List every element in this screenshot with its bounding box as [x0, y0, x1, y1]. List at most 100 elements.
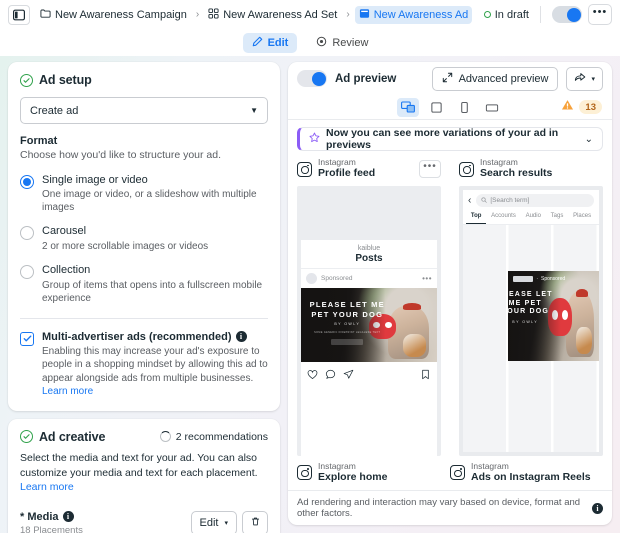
- search-tab-top[interactable]: Top: [466, 210, 486, 224]
- share-icon: [574, 71, 586, 86]
- recommendations-chip[interactable]: 2 recommendations: [160, 431, 268, 443]
- radio-single-image-or-video[interactable]: [20, 175, 34, 189]
- tab-review[interactable]: Review: [307, 33, 377, 53]
- chevron-down-icon-banner[interactable]: ⌄: [585, 134, 593, 145]
- breadcrumb-item-ad[interactable]: New Awareness Ad: [355, 6, 473, 24]
- preview-column-search-results: Instagram Search results ‹: [450, 155, 612, 456]
- breadcrumb: New Awareness Campaign › New Awareness A…: [36, 6, 478, 24]
- panel-toggle-icon[interactable]: [8, 5, 30, 25]
- ad-enable-toggle[interactable]: [552, 6, 582, 23]
- device-square-icon[interactable]: [425, 98, 447, 117]
- check-circle-icon: [20, 74, 33, 87]
- heart-icon[interactable]: [307, 367, 318, 385]
- edit-media-button[interactable]: Edit ▾: [191, 511, 237, 533]
- breadcrumb-item-campaign[interactable]: New Awareness Campaign: [36, 6, 191, 24]
- search-ad-sponsored-row: · Sponsored: [513, 276, 565, 282]
- ad-preview-header: Ad preview Advanced preview: [288, 62, 612, 95]
- format-hint: Choose how you'd like to structure your …: [20, 149, 268, 163]
- search-tab-accounts[interactable]: Accounts: [486, 210, 520, 224]
- ad-creative-card: Ad creative 2 recommendations Select the…: [8, 419, 280, 533]
- format-option-single[interactable]: Single image or video One image or video…: [20, 174, 268, 215]
- search-tab-tags[interactable]: Tags: [546, 210, 568, 224]
- ad-setup-card: Ad setup Create ad ▼ Format Choose how y…: [8, 62, 280, 411]
- info-icon-disclaimer[interactable]: i: [592, 503, 603, 514]
- preview-label-explore-home[interactable]: Instagram Explore home: [297, 462, 450, 484]
- checkbox-multi-advertiser-ads[interactable]: [20, 332, 34, 346]
- check-circle-icon-creative: [20, 430, 33, 443]
- device-portrait-icon[interactable]: [453, 98, 475, 117]
- grid-icon: [208, 8, 219, 22]
- profile-feed-header: kaiblue Posts: [301, 240, 437, 269]
- ad-preview-toggle-knob: [312, 72, 326, 86]
- breadcrumb-separator-2: ›: [346, 9, 349, 20]
- instagram-icon: [297, 162, 312, 177]
- creative-byline: BY OWLY: [308, 322, 387, 326]
- advanced-preview-button[interactable]: Advanced preview: [432, 67, 559, 91]
- info-icon[interactable]: i: [236, 331, 247, 342]
- preview-variations-banner[interactable]: Now you can see more variations of your …: [297, 127, 603, 151]
- media-title-row: * Media i: [20, 511, 83, 523]
- device-landscape-icon[interactable]: [481, 98, 503, 117]
- content-area: Ad setup Create ad ▼ Format Choose how y…: [0, 56, 620, 533]
- ad-type-select-value: Create ad: [30, 105, 78, 117]
- chevron-down-icon: ▼: [250, 106, 258, 115]
- delete-media-button[interactable]: [242, 511, 268, 533]
- search-results-frame: ‹ [Search term] Top: [463, 190, 599, 451]
- folder-icon: [40, 8, 51, 22]
- more-options-button[interactable]: •••: [588, 4, 612, 25]
- sponsored-label: Sponsored: [321, 275, 352, 282]
- tab-review-label: Review: [332, 37, 368, 49]
- instagram-icon-reels: [450, 465, 465, 480]
- multi-advertiser-learn-more-link[interactable]: Learn more: [42, 386, 93, 397]
- warning-indicator[interactable]: 13: [561, 98, 602, 116]
- ad-creative-learn-more-link[interactable]: Learn more: [20, 481, 74, 493]
- preview-mock-profile-feed: kaiblue Posts Sponsored •••: [297, 186, 441, 455]
- tab-edit[interactable]: Edit: [243, 33, 298, 53]
- multi-advertiser-label-row: Multi-advertiser ads (recommended) i: [42, 331, 268, 343]
- instagram-icon-search: [459, 162, 474, 177]
- device-multi-device-icon[interactable]: [397, 98, 419, 117]
- ad-preview-toggle[interactable]: [297, 70, 327, 87]
- ads-manager-window: New Awareness Campaign › New Awareness A…: [0, 0, 620, 533]
- profile-feed-frame: kaiblue Posts Sponsored •••: [301, 240, 437, 455]
- search-results-grid: PLEASE LET ME PET YOUR DOG BY OWLY · Spo…: [463, 225, 599, 451]
- media-label: * Media: [20, 511, 59, 523]
- preview-label-reels-ads[interactable]: Instagram Ads on Instagram Reels: [450, 462, 603, 484]
- toggle-knob: [567, 8, 581, 22]
- device-selector: 13: [288, 95, 612, 120]
- bookmark-icon[interactable]: [420, 367, 431, 385]
- profile-feed-section-label: Posts: [301, 253, 437, 264]
- format-option-collection[interactable]: Collection Group of items that opens int…: [20, 264, 268, 305]
- expand-icon: [442, 72, 453, 86]
- ad-preview-card: Ad preview Advanced preview: [288, 62, 612, 525]
- format-label: Format: [20, 135, 268, 147]
- format-option-collection-desc: Group of items that opens into a fullscr…: [42, 279, 268, 305]
- star-icon: [309, 130, 320, 148]
- back-chevron-icon[interactable]: ‹: [468, 196, 471, 206]
- recommendations-label: 2 recommendations: [176, 431, 268, 443]
- breadcrumb-item-adset[interactable]: New Awareness Ad Set: [204, 6, 341, 24]
- preview-name-search-results: Search results: [480, 167, 552, 180]
- multi-advertiser-row[interactable]: Multi-advertiser ads (recommended) i Ena…: [20, 331, 268, 399]
- preview-brand-profile-feed: Instagram: [318, 158, 375, 167]
- status-label: In draft: [495, 9, 529, 21]
- share-preview-button[interactable]: ▾: [566, 67, 603, 91]
- search-results-ad-tile[interactable]: PLEASE LET ME PET YOUR DOG BY OWLY · Spo…: [508, 271, 599, 361]
- radio-collection[interactable]: [20, 265, 34, 279]
- comment-icon[interactable]: [325, 367, 336, 385]
- multi-advertiser-label: Multi-advertiser ads (recommended): [42, 331, 232, 343]
- search-input[interactable]: [Search term]: [476, 194, 594, 207]
- left-column: Ad setup Create ad ▼ Format Choose how y…: [8, 62, 280, 533]
- search-icon: [481, 197, 487, 205]
- preview-menu-profile-feed[interactable]: •••: [419, 160, 441, 178]
- preview-brand-reels-ads: Instagram: [471, 462, 591, 471]
- share-icon-post[interactable]: [343, 367, 354, 385]
- preview-grid: Instagram Profile feed ••• kaiblue Posts: [288, 151, 612, 456]
- post-menu-icon[interactable]: •••: [422, 275, 432, 283]
- search-tab-audio[interactable]: Audio: [521, 210, 546, 224]
- info-icon-media[interactable]: i: [63, 511, 74, 522]
- radio-carousel[interactable]: [20, 226, 34, 240]
- format-option-carousel[interactable]: Carousel 2 or more scrollable images or …: [20, 225, 268, 253]
- ad-type-select[interactable]: Create ad ▼: [20, 97, 268, 124]
- search-tab-places[interactable]: Places: [568, 210, 596, 224]
